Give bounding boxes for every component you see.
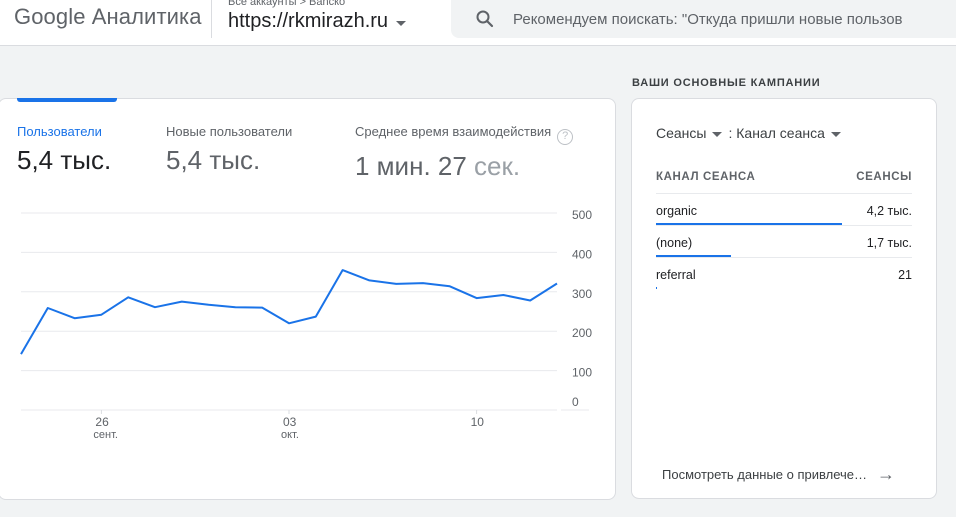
search-bar[interactable]: Рекомендуем поискать: "Откуда пришли нов… [451,0,956,38]
chevron-down-icon [830,131,841,137]
campaigns-title: ВАШИ ОСНОВНЫЕ КАМПАНИИ [632,77,821,89]
chevron-down-icon [712,131,723,137]
arrow-right-icon: → [877,464,896,484]
row-sessions: 4,2 тыс. [866,204,912,218]
row-sessions: 1,7 тыс. [866,236,912,250]
y-tick-label: 300 [572,287,592,301]
row-channel: organic [656,204,697,218]
metric-dropdown[interactable]: Сеансы [656,125,728,141]
top-header: Google Аналитика Все аккаунты > Banско h… [0,0,956,46]
app-logo[interactable]: Google Аналитика [14,4,202,30]
header-divider [656,193,912,194]
x-tick-day: 10 [471,415,485,429]
property-name: https://rkmirazh.ru [228,10,389,32]
header-divider [211,0,212,38]
users-line-chart: 500 400 300 200 100 0 26сент. 03окт. 10 [20,208,592,441]
series-line-users [20,269,558,355]
y-tick-label: 200 [572,326,592,340]
row-share-bar [656,287,657,289]
view-acquisition-link-label: Посмотреть данные о привлече… [662,467,868,482]
row-channel: (none) [656,236,693,250]
breadcrumb[interactable]: Все аккаунты > Banско [228,0,345,8]
dimension-dropdown-label: : Канал сеанса [728,125,825,141]
x-tick-day: 03 [283,415,297,429]
search-icon [475,9,495,29]
view-acquisition-link[interactable]: Посмотреть данные о привлече… → [662,464,895,485]
x-tick-month: сент. [93,429,118,441]
overview-card: Пользователи 5,4 тыс. Новые пользователи… [0,98,616,500]
table-header: КАНАЛ СЕАНСА СЕАНСЫ [656,171,912,183]
row-channel: referral [656,268,696,282]
row-divider [656,225,912,226]
y-tick-label: 500 [572,208,592,222]
table-row[interactable]: referral 21 [656,261,912,293]
x-tick-month: окт. [281,429,299,441]
search-placeholder: Рекомендуем поискать: "Откуда пришли нов… [513,10,903,28]
column-header-sessions[interactable]: СЕАНСЫ [856,171,912,183]
x-tick-day: 26 [95,415,109,429]
y-tick-label: 400 [572,247,592,261]
y-tick-label: 100 [572,366,592,380]
row-divider [656,257,912,258]
property-selector[interactable]: https://rkmirazh.ru [228,10,407,33]
chevron-down-icon [396,20,407,26]
dimension-dropdown[interactable]: : Канал сеанса [728,125,846,141]
y-tick-label: 0 [572,395,579,409]
metric-dropdown-label: Сеансы [656,125,707,141]
campaigns-card: Сеансы : Канал сеанса КАНАЛ СЕАНСА СЕАНС… [631,98,937,499]
row-sessions: 21 [898,268,912,282]
dimension-selectors: Сеансы : Канал сеанса [656,125,847,141]
column-header-channel[interactable]: КАНАЛ СЕАНСА [656,171,755,183]
